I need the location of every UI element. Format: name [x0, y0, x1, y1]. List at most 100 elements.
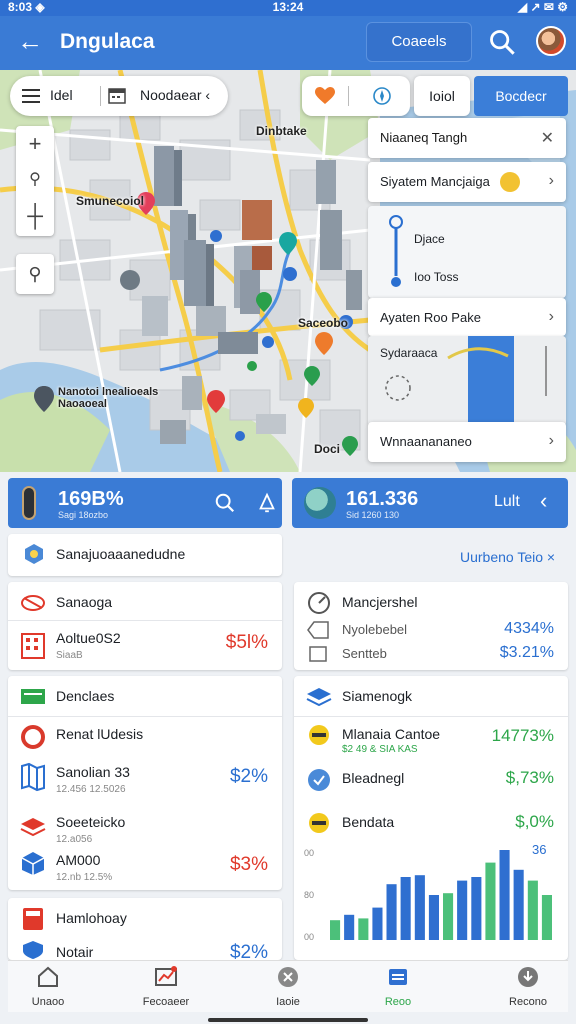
back-arrow-icon[interactable]: ←: [14, 26, 46, 58]
item-name: Renat lUdesis: [56, 726, 144, 742]
folder-icon: [389, 969, 407, 985]
item-value: $2%: [229, 942, 268, 960]
map-fold-icon: [21, 762, 45, 792]
side-item-label: Siyatem Mancjaiga: [380, 174, 490, 189]
list-toggle[interactable]: Lult: [494, 493, 520, 511]
side-item-4[interactable]: Wnnaanananeo ›: [368, 422, 566, 462]
map-label: Doci: [314, 442, 341, 456]
zoom-in-icon[interactable]: +: [16, 126, 54, 162]
download-icon: [518, 967, 538, 987]
divider: [8, 620, 282, 621]
item-value: $5l%: [225, 632, 268, 653]
section-title-card[interactable]: Sanajuoaaanedudne: [8, 534, 282, 576]
chart-bar: [443, 893, 454, 940]
section-title: Sanajuoaaanedudne: [56, 546, 186, 562]
left-summary-header: 169B% Sagi 18ozbo: [8, 478, 282, 528]
nav-records[interactable]: Reoo: [358, 965, 438, 1008]
chevron-right-icon[interactable]: ›: [549, 172, 554, 190]
filter-link[interactable]: Uurbeno Teio ×: [460, 549, 555, 565]
filter-label: Idel: [50, 87, 73, 103]
shield-icon: [23, 941, 43, 959]
menu-icon[interactable]: [22, 86, 42, 106]
nav-recent[interactable]: Recono: [488, 965, 568, 1008]
item-name: Soeeteicko: [56, 814, 126, 830]
right-card-2[interactable]: Siamenogk Mlanaia Cantoe $2 49 & SIA KAS…: [294, 676, 568, 960]
nav-label: Reoo: [384, 996, 412, 1008]
summary-sub: Sid 1260 130: [346, 510, 400, 520]
side-item-3[interactable]: Ayaten Roo Pake ›: [368, 298, 566, 336]
calendar-icon[interactable]: [108, 87, 126, 105]
left-card-1[interactable]: Sanaoga Aoltue0S2 SiaaB $5l%: [8, 582, 282, 670]
home-icon: [38, 966, 58, 987]
status-icons: ◢ ↗ ✉ ⚙: [517, 0, 568, 14]
folder-icon: [21, 689, 45, 704]
avatar[interactable]: [536, 26, 566, 56]
summary-value: 161.336: [346, 488, 419, 510]
map-view[interactable]: Idel Noodaear ‹ Ioiol Bocdecr + ⚲ ┼ ⚲ Di…: [0, 70, 576, 472]
nav-label: Recono: [509, 996, 547, 1008]
item-value: 4334%: [504, 620, 554, 637]
heart-icon[interactable]: [314, 86, 336, 106]
gauge-icon: [22, 486, 36, 520]
add-marker-icon[interactable]: ┼: [16, 198, 54, 234]
side-item-1[interactable]: Niaaneq Tangh ✕: [368, 118, 566, 158]
nav-tools[interactable]: Iaoie: [248, 965, 328, 1008]
item-name: Bendata: [342, 814, 395, 830]
card-title: Mancjershel: [342, 594, 418, 610]
speedometer-icon: [308, 592, 330, 614]
compass-icon[interactable]: [372, 86, 392, 106]
y-tick-label: 00: [304, 932, 314, 942]
divider: [8, 716, 282, 717]
summary-sub: Sagi 18ozbo: [58, 510, 109, 520]
chart-bar: [330, 920, 341, 940]
card-title: Hamlohoay: [56, 910, 127, 926]
item-sub: 12.a056: [56, 834, 93, 845]
bell-icon[interactable]: [256, 492, 278, 514]
map-label: Dinbtake: [256, 124, 307, 138]
building-icon: [21, 633, 45, 659]
search-icon[interactable]: [214, 492, 236, 514]
pin-tool-icon[interactable]: ⚲: [16, 162, 54, 198]
item-value: $3%: [229, 854, 268, 875]
nav-home[interactable]: Unaoo: [8, 965, 88, 1008]
item-sub: SiaaB: [56, 650, 83, 661]
map-layer-toggle[interactable]: [302, 76, 410, 116]
locate-icon[interactable]: ⚲: [16, 254, 54, 294]
chevron-right-icon[interactable]: ›: [549, 432, 554, 450]
chart-bar: [513, 869, 524, 940]
page-title: Dngulaca: [60, 30, 155, 53]
y-tick-label: 00: [304, 848, 314, 858]
chart-bar: [471, 877, 482, 940]
chevron-right-icon[interactable]: ›: [549, 308, 554, 326]
mini-map-label: Sydaraaca: [380, 346, 438, 360]
map-option[interactable]: Ioiol: [414, 76, 470, 116]
map-filter-bar[interactable]: Idel Noodaear ‹: [10, 76, 228, 116]
side-item-2[interactable]: Siyatem Mancjaiga ›: [368, 162, 566, 202]
zoom-controls: + ⚲ ┼: [16, 126, 54, 236]
item-name: AM000: [56, 852, 101, 868]
cancel-button[interactable]: Coaeels: [366, 22, 472, 62]
left-card-2[interactable]: Denclaes Renat lUdesis Sanolian 33 12.45…: [8, 676, 282, 890]
chart-bar: [344, 914, 355, 940]
card-title: Denclaes: [56, 688, 115, 704]
divider: [294, 716, 568, 717]
divider: [348, 86, 349, 106]
date-selector[interactable]: Noodaear ‹: [140, 87, 210, 103]
side-item-label: Wnnaanananeo: [380, 434, 472, 449]
item-name: Sentteb: [342, 646, 387, 661]
nav-label: Iaoie: [276, 996, 300, 1008]
divider: [100, 86, 101, 106]
tag-icon: [307, 621, 329, 639]
chevron-left-icon[interactable]: ‹: [540, 488, 547, 514]
nav-reports[interactable]: Fecoaeer: [126, 965, 206, 1008]
home-indicator: [208, 1018, 368, 1022]
close-icon[interactable]: ✕: [541, 128, 554, 148]
left-card-3[interactable]: Hamlohoay Notair $2%: [8, 898, 282, 960]
card-title: Siamenogk: [342, 688, 413, 704]
route-stop-1: Djace: [414, 232, 445, 246]
cube-icon: [21, 852, 45, 875]
mini-map[interactable]: Sydaraaca: [368, 336, 566, 426]
map-action-button[interactable]: Bocdecr: [474, 76, 568, 116]
right-card-1[interactable]: Mancjershel Nyolebebel 4334% Sentteb $3.…: [294, 582, 568, 670]
search-icon[interactable]: [488, 28, 516, 56]
